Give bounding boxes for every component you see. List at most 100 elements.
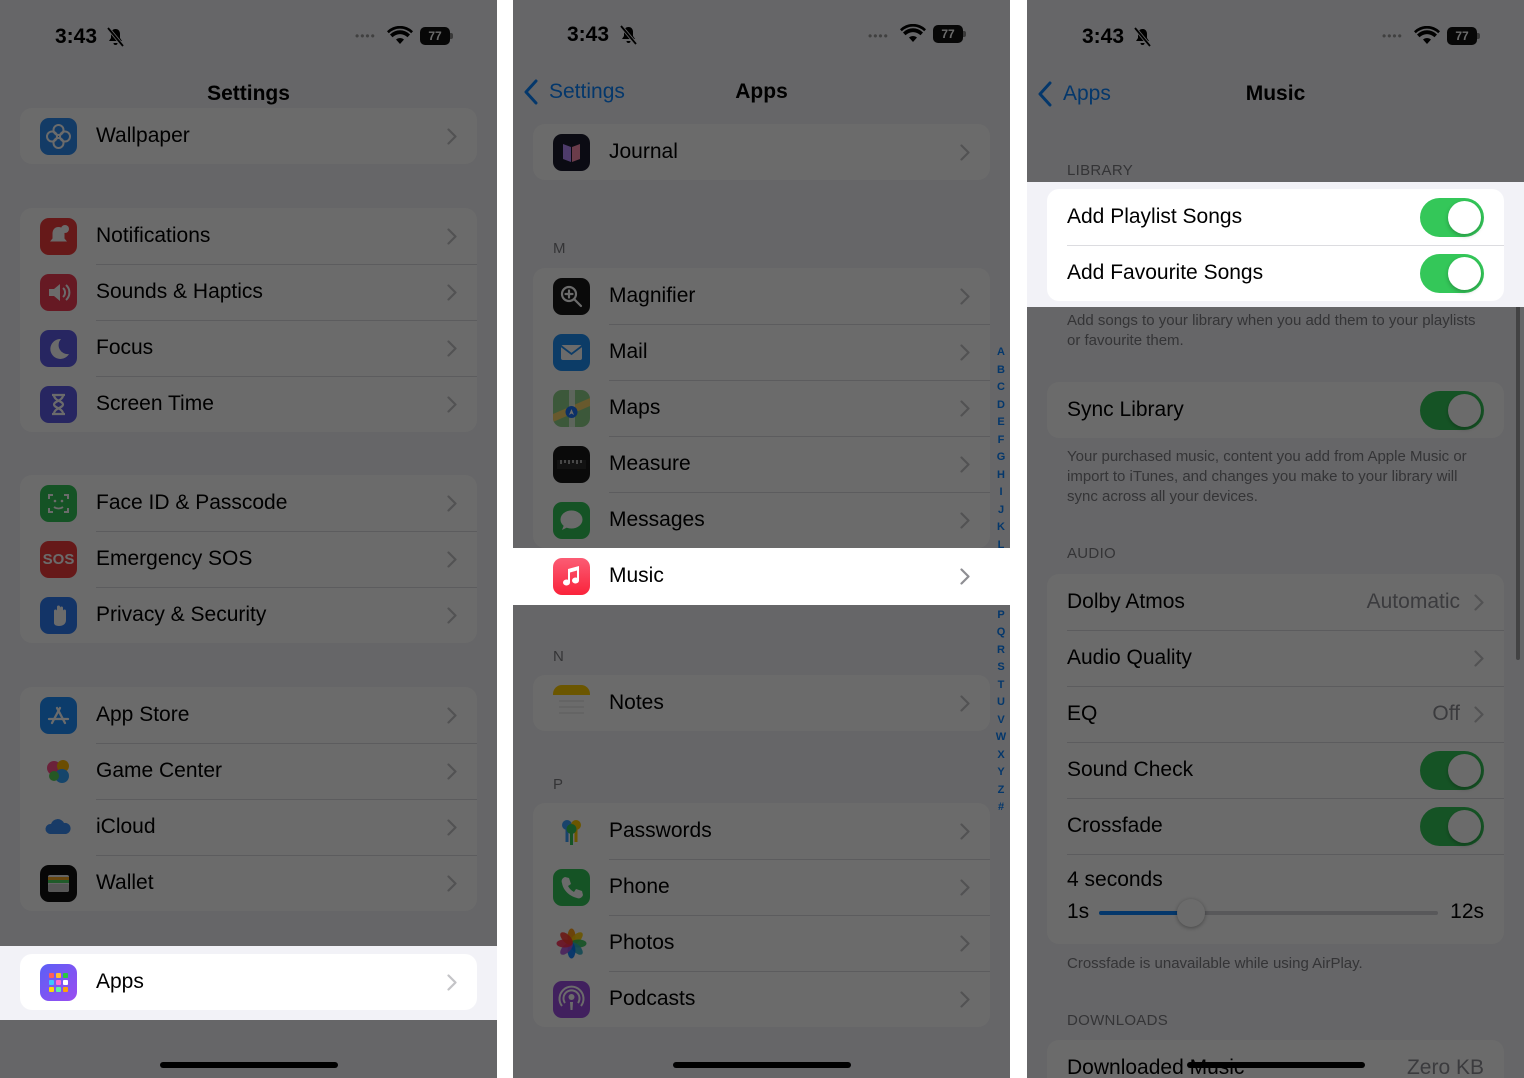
index-letter[interactable]: Z xyxy=(998,782,1005,800)
screen-time-icon xyxy=(40,386,77,423)
settings-row-wallpaper[interactable]: Wallpaper xyxy=(20,108,477,164)
chevron-right-icon xyxy=(960,991,970,1008)
home-indicator[interactable] xyxy=(672,1062,851,1068)
index-letter[interactable]: R xyxy=(997,642,1005,660)
index-letter[interactable]: X xyxy=(997,747,1004,765)
sound-check-toggle[interactable] xyxy=(1420,751,1484,790)
add-favourite-songs-toggle[interactable] xyxy=(1420,254,1484,293)
downloaded-music-row[interactable]: Downloaded Music Zero KB xyxy=(1047,1040,1504,1078)
app-row-photos[interactable]: Photos xyxy=(533,915,990,971)
index-letter[interactable]: B xyxy=(997,362,1005,380)
index-letter[interactable]: S xyxy=(997,659,1004,677)
eq-row[interactable]: EQ Off xyxy=(1047,686,1504,742)
app-row-label: Messages xyxy=(609,508,705,531)
app-row-maps[interactable]: Maps xyxy=(533,380,990,436)
settings-row-notifications[interactable]: Notifications xyxy=(20,208,477,264)
settings-row-app-store[interactable]: App Store xyxy=(20,687,477,743)
settings-row-label: Apps xyxy=(96,970,144,993)
status-time: 3:43 xyxy=(55,25,98,48)
eq-value: Off xyxy=(1432,702,1460,725)
index-letter[interactable]: H xyxy=(997,467,1005,485)
highlight-band: Music xyxy=(513,548,1010,605)
index-letter[interactable]: # xyxy=(998,799,1004,817)
settings-row-label: App Store xyxy=(96,703,190,726)
library-footer: Add songs to your library when you add t… xyxy=(1067,312,1476,349)
index-letter[interactable]: A xyxy=(997,344,1005,362)
index-letter[interactable]: Y xyxy=(997,764,1004,782)
app-row-podcasts[interactable]: Podcasts xyxy=(533,971,990,1027)
app-row-label: Photos xyxy=(609,931,675,954)
app-row-journal[interactable]: Journal xyxy=(533,124,990,180)
section-header-p: P xyxy=(553,776,564,793)
section-header-downloads: DOWNLOADS xyxy=(1067,1012,1169,1029)
photos-icon xyxy=(553,925,590,962)
home-indicator[interactable] xyxy=(1186,1062,1365,1068)
row-label: Add Favourite Songs xyxy=(1067,261,1264,284)
settings-row-wallet[interactable]: Wallet xyxy=(20,855,477,911)
settings-row-game-center[interactable]: Game Center xyxy=(20,743,477,799)
chevron-right-icon xyxy=(960,935,970,952)
dolby-atmos-row[interactable]: Dolby Atmos Automatic xyxy=(1047,574,1504,630)
index-letter[interactable]: U xyxy=(997,694,1005,712)
settings-row-icloud[interactable]: iCloud xyxy=(20,799,477,855)
chevron-right-icon xyxy=(447,763,457,780)
settings-group-security: Face ID & Passcode SOS Emergency SOS Pri… xyxy=(20,475,477,643)
settings-row-apps[interactable]: Apps xyxy=(20,954,477,1010)
settings-row-sounds[interactable]: Sounds & Haptics xyxy=(20,264,477,320)
add-playlist-songs-toggle[interactable] xyxy=(1420,198,1484,237)
app-row-label: Music xyxy=(609,564,664,587)
privacy-icon xyxy=(40,597,77,634)
index-letter[interactable]: P xyxy=(997,607,1004,625)
settings-row-emergency-sos[interactable]: SOS Emergency SOS xyxy=(20,531,477,587)
index-letter[interactable]: D xyxy=(997,397,1005,415)
index-letter[interactable]: V xyxy=(997,712,1004,730)
app-row-phone[interactable]: Phone xyxy=(533,859,990,915)
messages-icon xyxy=(553,502,590,539)
index-letter[interactable]: Q xyxy=(997,624,1006,642)
index-letter[interactable]: T xyxy=(998,677,1005,695)
settings-row-privacy[interactable]: Privacy & Security xyxy=(20,587,477,643)
crossfade-slider[interactable] xyxy=(1099,899,1438,927)
focus-icon xyxy=(40,330,77,367)
app-row-passwords[interactable]: Passwords xyxy=(533,803,990,859)
battery-icon: 77 xyxy=(1447,27,1480,45)
home-indicator[interactable] xyxy=(159,1062,338,1068)
row-label: Audio Quality xyxy=(1067,646,1192,669)
journal-icon xyxy=(553,134,590,171)
audio-quality-row[interactable]: Audio Quality xyxy=(1047,630,1504,686)
index-letter[interactable]: G xyxy=(997,449,1006,467)
app-row-measure[interactable]: Measure xyxy=(533,436,990,492)
index-letter[interactable]: K xyxy=(997,519,1005,537)
settings-row-label: Privacy & Security xyxy=(96,603,267,626)
index-letter[interactable]: F xyxy=(998,432,1005,450)
page-title: Settings xyxy=(207,82,290,105)
apps-icon xyxy=(40,964,77,1001)
app-row-magnifier[interactable]: Magnifier xyxy=(533,268,990,324)
index-letter[interactable]: W xyxy=(996,729,1006,747)
row-label: Sync Library xyxy=(1067,398,1184,421)
app-row-messages[interactable]: Messages xyxy=(533,492,990,548)
settings-row-screen-time[interactable]: Screen Time xyxy=(20,376,477,432)
chevron-right-icon xyxy=(447,340,457,357)
index-letter[interactable]: J xyxy=(998,502,1004,520)
settings-row-focus[interactable]: Focus xyxy=(20,320,477,376)
wifi-icon xyxy=(1414,26,1440,44)
chevron-right-icon xyxy=(960,344,970,361)
settings-row-face-id[interactable]: Face ID & Passcode xyxy=(20,475,477,531)
slider-knob[interactable] xyxy=(1177,899,1206,927)
row-label: EQ xyxy=(1067,702,1098,725)
app-row-notes[interactable]: Notes xyxy=(533,675,990,731)
index-letter[interactable]: E xyxy=(997,414,1004,432)
wallpaper-icon xyxy=(40,118,77,155)
app-row-label: Phone xyxy=(609,875,670,898)
sync-library-toggle[interactable] xyxy=(1420,391,1484,430)
crossfade-toggle[interactable] xyxy=(1420,807,1484,846)
index-letter[interactable]: I xyxy=(999,484,1002,502)
settings-screen: 3:43 •••• 77 Settings Wallpaper Notifica… xyxy=(0,0,497,1078)
app-row-mail[interactable]: Mail xyxy=(533,324,990,380)
battery-icon: 77 xyxy=(420,27,453,45)
status-bar: 3:43 •••• 77 xyxy=(513,0,1010,60)
index-letter[interactable]: C xyxy=(997,379,1005,397)
app-row-music[interactable]: Music xyxy=(533,548,990,604)
chevron-right-icon xyxy=(960,288,970,305)
